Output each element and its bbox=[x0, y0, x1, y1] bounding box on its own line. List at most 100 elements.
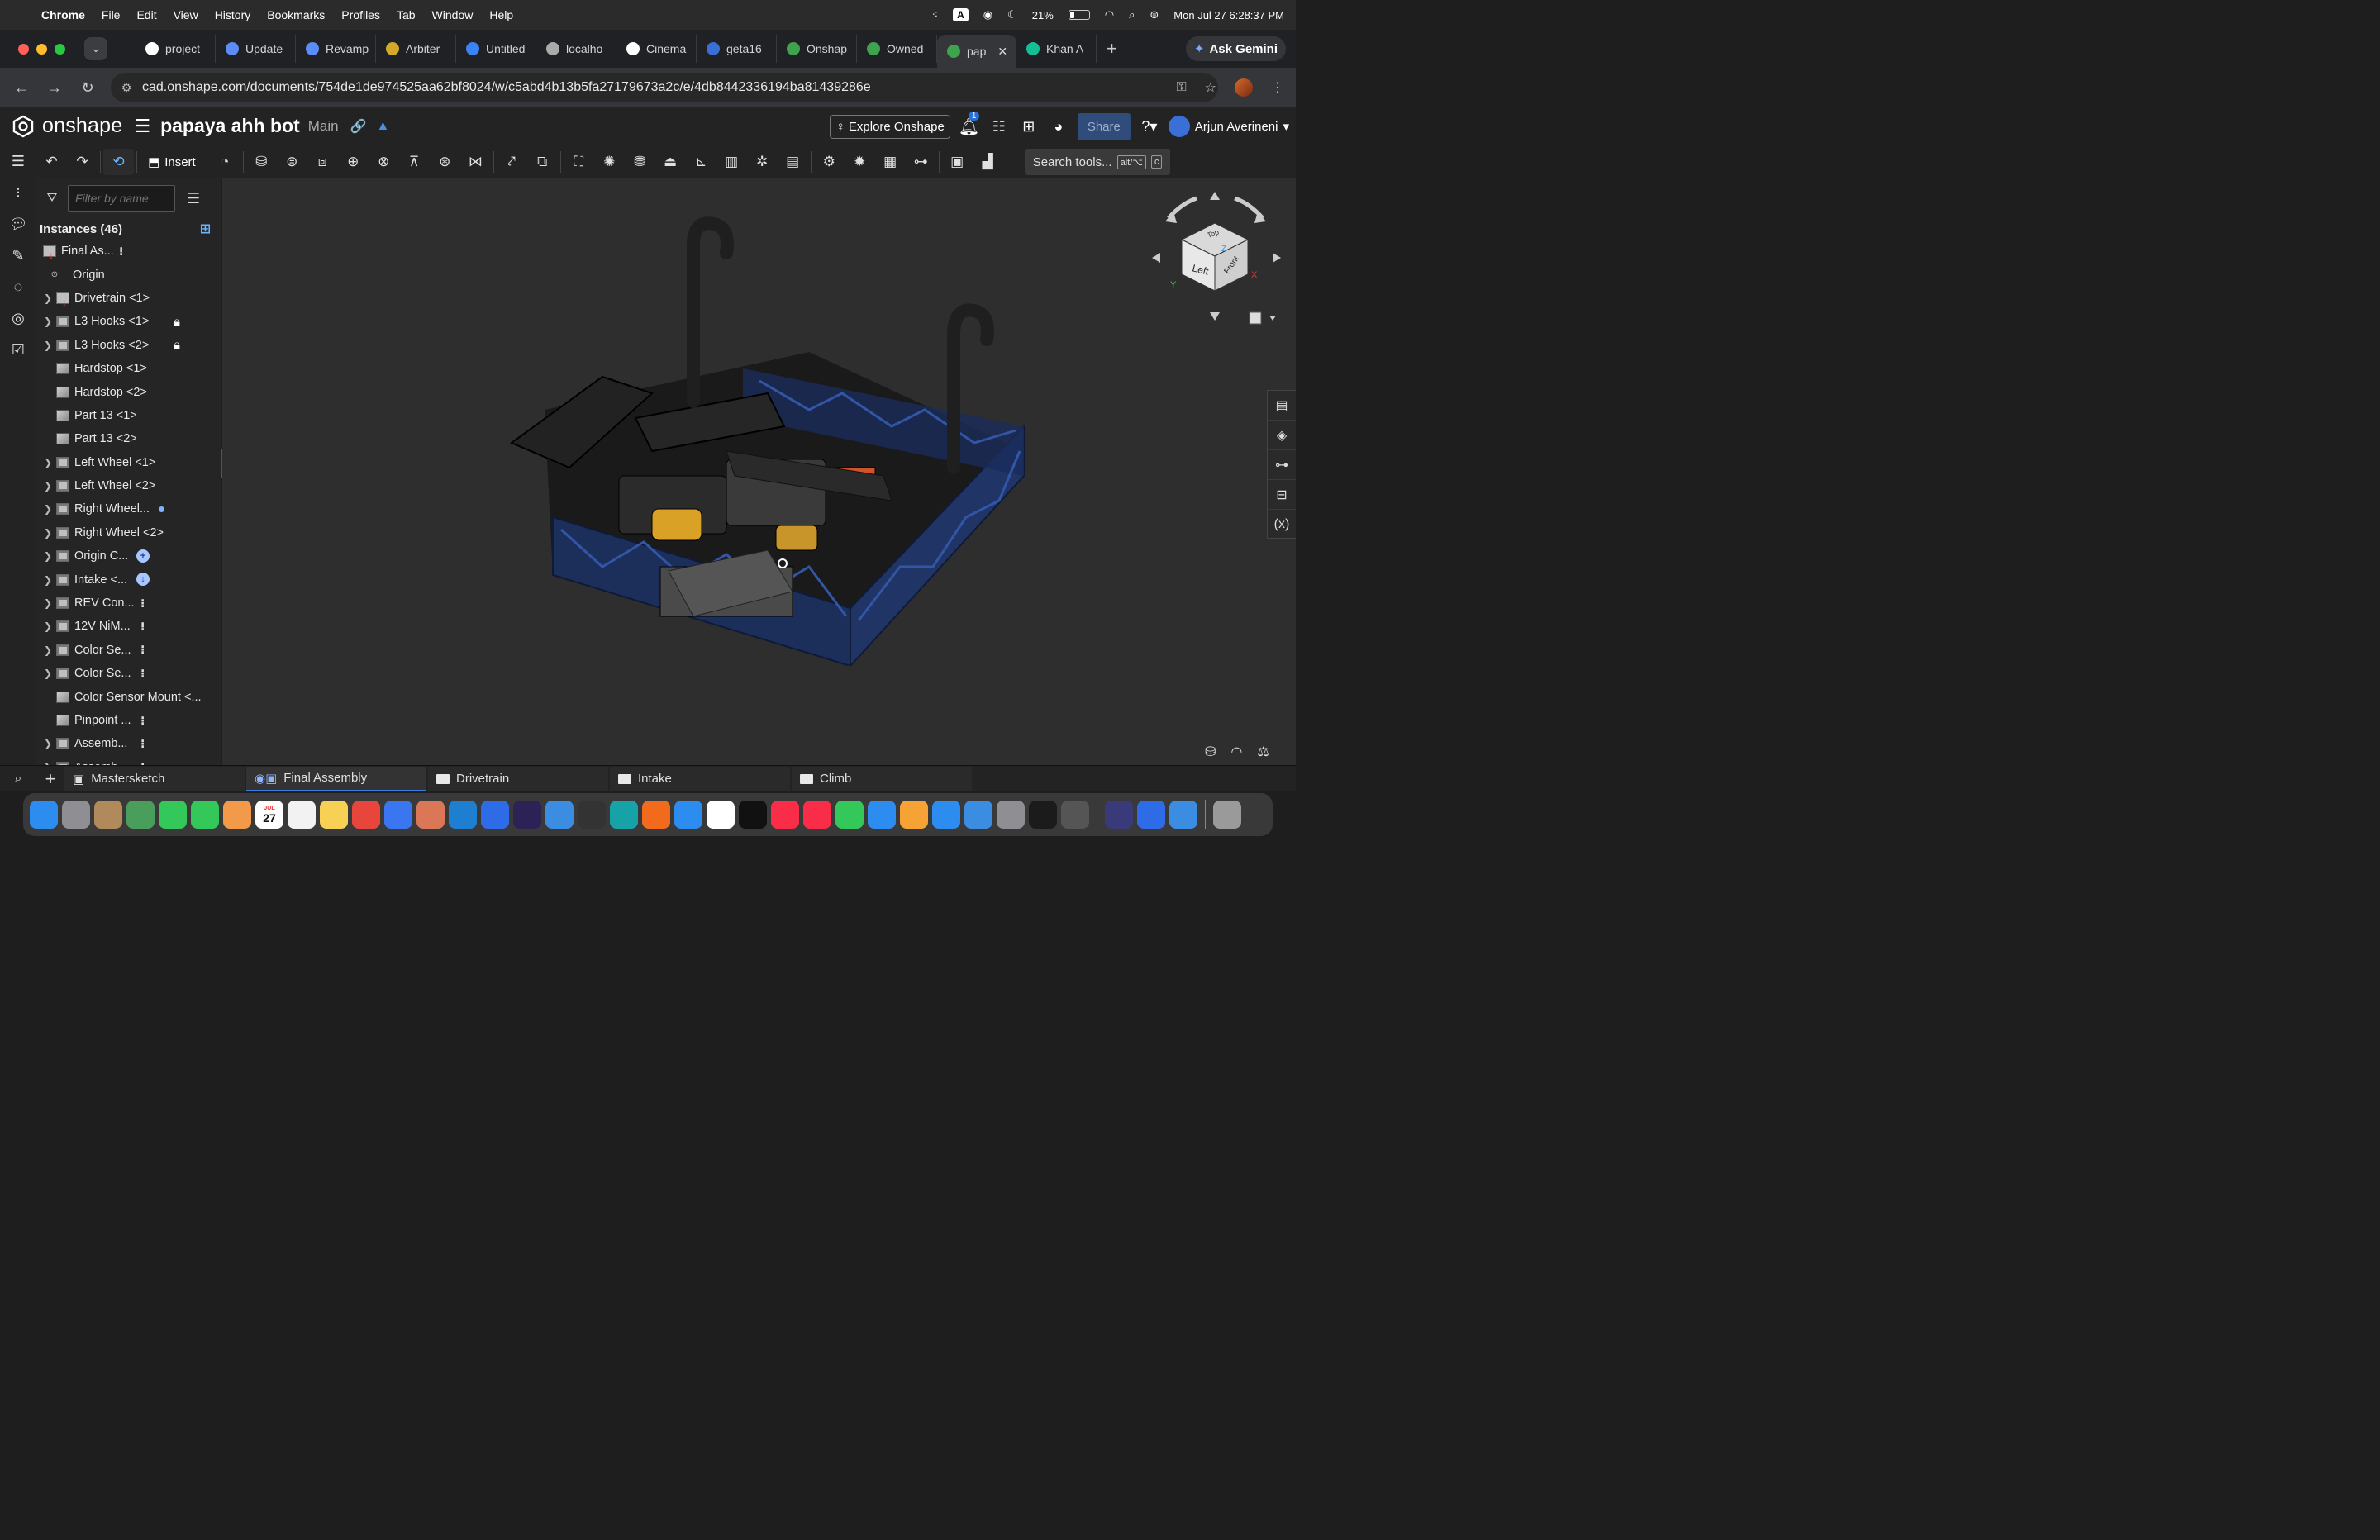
pattern-icon[interactable]: ▦ bbox=[875, 149, 906, 175]
browser-tab[interactable]: Arbiter bbox=[376, 35, 456, 63]
pages-icon[interactable] bbox=[900, 801, 928, 829]
gears-icon[interactable]: ⚙ bbox=[814, 149, 845, 175]
browser-tab[interactable]: Untitled bbox=[456, 35, 536, 63]
expand-chevron-icon[interactable]: ❯ bbox=[40, 480, 56, 492]
facetime-icon[interactable] bbox=[159, 801, 187, 829]
element-tab[interactable]: Intake bbox=[610, 766, 790, 791]
document-menu-icon[interactable]: ☰ bbox=[134, 116, 150, 137]
trash-icon[interactable] bbox=[1213, 801, 1241, 829]
settings-gear-icon[interactable]: ✹ bbox=[845, 149, 875, 175]
menu-edit[interactable]: Edit bbox=[128, 8, 164, 21]
signal-icon[interactable] bbox=[384, 801, 412, 829]
branch-name[interactable]: Main bbox=[308, 118, 339, 135]
expand-chevron-icon[interactable]: ❯ bbox=[40, 527, 56, 539]
focus-moon-icon[interactable]: ☾ bbox=[1007, 8, 1017, 21]
maps-icon[interactable] bbox=[126, 801, 155, 829]
notifications-button[interactable]: 🔔︎ 1 bbox=[959, 111, 980, 137]
user-menu[interactable]: Arjun Averineni ▾ bbox=[1168, 116, 1289, 137]
xcode-icon[interactable] bbox=[481, 801, 509, 829]
view-options-cube-icon[interactable] bbox=[1249, 311, 1262, 325]
browser-tab[interactable]: geta16 bbox=[697, 35, 777, 63]
eclipse-icon[interactable] bbox=[513, 801, 541, 829]
browser-tab[interactable]: Onshap bbox=[777, 35, 857, 63]
library-icon[interactable]: ▤ bbox=[778, 149, 808, 175]
chrome-icon[interactable] bbox=[352, 801, 380, 829]
screw-relation-icon[interactable]: ⏏ bbox=[655, 149, 686, 175]
back-arrow-icon[interactable]: ← bbox=[5, 79, 38, 97]
notes-edit-icon[interactable]: ✎ bbox=[0, 240, 36, 271]
ask-gemini-button[interactable]: ✦ Ask Gemini bbox=[1185, 36, 1286, 61]
parts-cubes-icon[interactable]: ◈ bbox=[1268, 421, 1296, 450]
measure-icon[interactable]: ▣ bbox=[942, 149, 973, 175]
expand-chevron-icon[interactable]: ❯ bbox=[40, 620, 56, 632]
section-view-icon[interactable]: ⚖ bbox=[1257, 744, 1269, 760]
element-tab[interactable]: Climb bbox=[792, 766, 972, 791]
browser-tab[interactable]: localho bbox=[536, 35, 616, 63]
menu-app-name[interactable]: Chrome bbox=[38, 8, 93, 21]
animation-icon[interactable]: ◌ bbox=[0, 271, 36, 302]
configurations-icon[interactable]: ⊟ bbox=[1268, 480, 1296, 510]
notes-icon[interactable] bbox=[320, 801, 348, 829]
render-mode-icon[interactable]: ◠ bbox=[1230, 744, 1242, 760]
typora-icon[interactable] bbox=[578, 801, 606, 829]
hammer-icon[interactable] bbox=[545, 801, 574, 829]
origin-row[interactable]: ⊙ Origin bbox=[36, 263, 221, 286]
share-button[interactable]: Share bbox=[1077, 112, 1130, 140]
explode-icon[interactable]: ✲ bbox=[747, 149, 778, 175]
cylindrical-mate-icon[interactable]: ⊗ bbox=[369, 149, 399, 175]
menu-tab[interactable]: Tab bbox=[388, 8, 424, 21]
messages-icon[interactable] bbox=[191, 801, 219, 829]
instance-row[interactable]: ❯ Left Wheel <2> bbox=[36, 474, 221, 497]
instance-row[interactable]: ❯ 12V NiM... ⁝ bbox=[36, 615, 221, 638]
instance-row[interactable]: Pinpoint ... ⁝ bbox=[36, 709, 221, 732]
expand-chevron-icon[interactable]: ❯ bbox=[40, 550, 56, 562]
instance-row[interactable]: ❯ Color Se... ⁝ bbox=[36, 639, 221, 662]
appletv-icon[interactable] bbox=[739, 801, 767, 829]
spotlight-search-icon[interactable]: ⌕ bbox=[1129, 8, 1135, 21]
expand-chevron-icon[interactable]: ❯ bbox=[40, 503, 56, 515]
instance-row[interactable]: ❯ REV Con... ⁝ bbox=[36, 592, 221, 615]
undo-icon[interactable]: ↶ bbox=[36, 149, 67, 175]
expand-chevron-icon[interactable]: ❯ bbox=[40, 597, 56, 609]
url-text[interactable]: cad.onshape.com/documents/754de1de974525… bbox=[142, 80, 871, 95]
element-tab[interactable]: ▣ Mastersketch bbox=[64, 766, 245, 791]
expand-chevron-icon[interactable]: ❯ bbox=[40, 292, 56, 304]
control-center-icon[interactable]: ⊜ bbox=[1150, 8, 1159, 21]
root-assembly-row[interactable]: Final As... ⁝ bbox=[36, 240, 221, 263]
parallel-mate-icon[interactable]: ⧉ bbox=[527, 149, 558, 175]
keynote-icon[interactable] bbox=[868, 801, 896, 829]
expand-chevron-icon[interactable]: ❯ bbox=[40, 738, 56, 749]
news-icon[interactable] bbox=[803, 801, 831, 829]
battery-icon[interactable] bbox=[1068, 10, 1090, 20]
tab-search-chevron-icon[interactable]: ⌄ bbox=[84, 37, 107, 60]
claude-icon[interactable] bbox=[416, 801, 445, 829]
expand-chevron-icon[interactable]: ❯ bbox=[40, 316, 56, 327]
add-element-button[interactable]: + bbox=[36, 768, 64, 790]
instance-row[interactable]: ❯ Right Wheel <2> bbox=[36, 521, 221, 544]
menu-view[interactable]: View bbox=[165, 8, 207, 21]
help-icon[interactable]: ?▾ bbox=[1139, 118, 1160, 135]
view-options-chevron-icon[interactable] bbox=[1269, 316, 1276, 321]
element-tab[interactable]: ◉▣ Final Assembly bbox=[246, 766, 426, 791]
graphics-viewport[interactable]: Top Left Front X Y Z bbox=[222, 178, 1296, 765]
calendar-icon[interactable]: JUL 27 bbox=[255, 801, 283, 829]
explore-onshape-button[interactable]: ♀ Explore Onshape bbox=[830, 114, 950, 139]
bom-list-icon[interactable]: ☑ bbox=[0, 334, 36, 365]
group-icon[interactable]: ⛶ bbox=[564, 149, 594, 175]
arduino-icon[interactable] bbox=[610, 801, 638, 829]
expand-chevron-icon[interactable]: ❯ bbox=[40, 644, 56, 656]
new-tab-button[interactable]: + bbox=[1107, 38, 1117, 59]
xcode2-icon[interactable] bbox=[1137, 801, 1165, 829]
add-folder-icon[interactable]: ⊞ bbox=[200, 221, 211, 237]
reminders-icon[interactable] bbox=[288, 801, 316, 829]
menubar-clock[interactable]: Mon Jul 27 6:28:37 PM bbox=[1173, 9, 1284, 21]
robot-assembly-model[interactable] bbox=[495, 203, 1040, 666]
instance-row[interactable]: ❯ Intake <... ↓ bbox=[36, 568, 221, 591]
terminal-icon[interactable] bbox=[1029, 801, 1057, 829]
menu-history[interactable]: History bbox=[207, 8, 259, 21]
document-title[interactable]: papaya ahh bot bbox=[160, 115, 300, 137]
browser-tab[interactable]: Revamp bbox=[296, 35, 376, 63]
photos-icon[interactable] bbox=[223, 801, 251, 829]
minimize-window-button[interactable] bbox=[36, 43, 47, 55]
freeform-icon[interactable] bbox=[707, 801, 735, 829]
